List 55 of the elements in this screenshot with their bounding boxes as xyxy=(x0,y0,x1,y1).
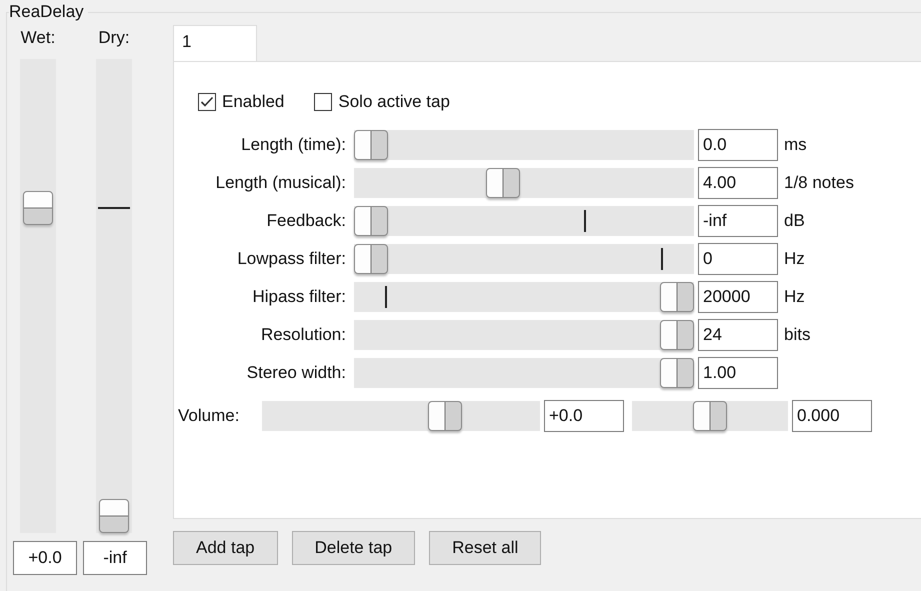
slider-thumb[interactable] xyxy=(660,320,694,350)
unit-label: Hz xyxy=(784,287,805,307)
parameter-label: Length (time): xyxy=(240,135,347,155)
slider-thumb[interactable] xyxy=(428,401,462,431)
checkbox-label: Solo active tap xyxy=(338,92,450,112)
pan-slider[interactable] xyxy=(632,401,788,431)
slider-thumb[interactable] xyxy=(660,282,694,312)
action-button[interactable]: Reset all xyxy=(429,531,542,565)
slider-track[interactable] xyxy=(354,130,694,160)
checkbox-label: Enabled xyxy=(222,92,284,112)
unit-label: Hz xyxy=(784,249,805,269)
action-button[interactable]: Add tap xyxy=(173,531,278,565)
volume-slider[interactable] xyxy=(262,401,540,431)
slider-track[interactable] xyxy=(354,206,694,236)
slider-track[interactable] xyxy=(354,282,694,312)
slider-track[interactable] xyxy=(354,358,694,388)
parameter-label: Length (musical): xyxy=(214,173,347,193)
slider-thumb[interactable] xyxy=(486,168,520,198)
slider-track[interactable] xyxy=(354,168,694,198)
slider-thumb[interactable] xyxy=(354,206,388,236)
value-field[interactable]: 20000 xyxy=(698,281,778,313)
parameter-label: Stereo width: xyxy=(246,363,347,383)
parameter-label: Feedback: xyxy=(266,211,347,231)
value-field[interactable]: 24 xyxy=(698,319,778,351)
checkbox[interactable] xyxy=(314,93,332,111)
pan-field[interactable]: 0.000 xyxy=(792,400,872,432)
fader-thumb[interactable] xyxy=(99,499,129,533)
value-field[interactable]: +0.0 xyxy=(13,541,77,575)
slider-track[interactable] xyxy=(354,244,694,274)
action-button[interactable]: Delete tap xyxy=(292,531,416,565)
parameter-label: Lowpass filter: xyxy=(236,249,347,269)
value-field[interactable]: -inf xyxy=(83,541,147,575)
parameter-label: Resolution: xyxy=(260,325,347,345)
value-field[interactable]: -inf xyxy=(698,205,778,237)
slider-thumb[interactable] xyxy=(354,244,388,274)
volume-field[interactable]: +0.0 xyxy=(544,400,624,432)
value-field[interactable]: 1.00 xyxy=(698,357,778,389)
unit-label: ms xyxy=(784,135,807,155)
fader-label: Wet: xyxy=(20,27,56,49)
slider-thumb[interactable] xyxy=(660,358,694,388)
value-field[interactable]: 0.0 xyxy=(698,129,778,161)
checkbox[interactable] xyxy=(198,93,216,111)
fader-thumb[interactable] xyxy=(23,191,53,225)
fader-label: Dry: xyxy=(98,27,130,49)
slider-thumb[interactable] xyxy=(354,130,388,160)
parameter-label: Hipass filter: xyxy=(251,287,347,307)
slider-thumb[interactable] xyxy=(693,401,727,431)
unit-label: dB xyxy=(784,211,805,231)
unit-label: bits xyxy=(784,325,810,345)
slider-track[interactable] xyxy=(354,320,694,350)
unit-label: 1/8 notes xyxy=(784,173,854,193)
value-field[interactable]: 0 xyxy=(698,243,778,275)
tab[interactable]: 1 xyxy=(173,25,257,61)
volume-label: Volume: xyxy=(178,406,240,426)
value-field[interactable]: 4.00 xyxy=(698,167,778,199)
